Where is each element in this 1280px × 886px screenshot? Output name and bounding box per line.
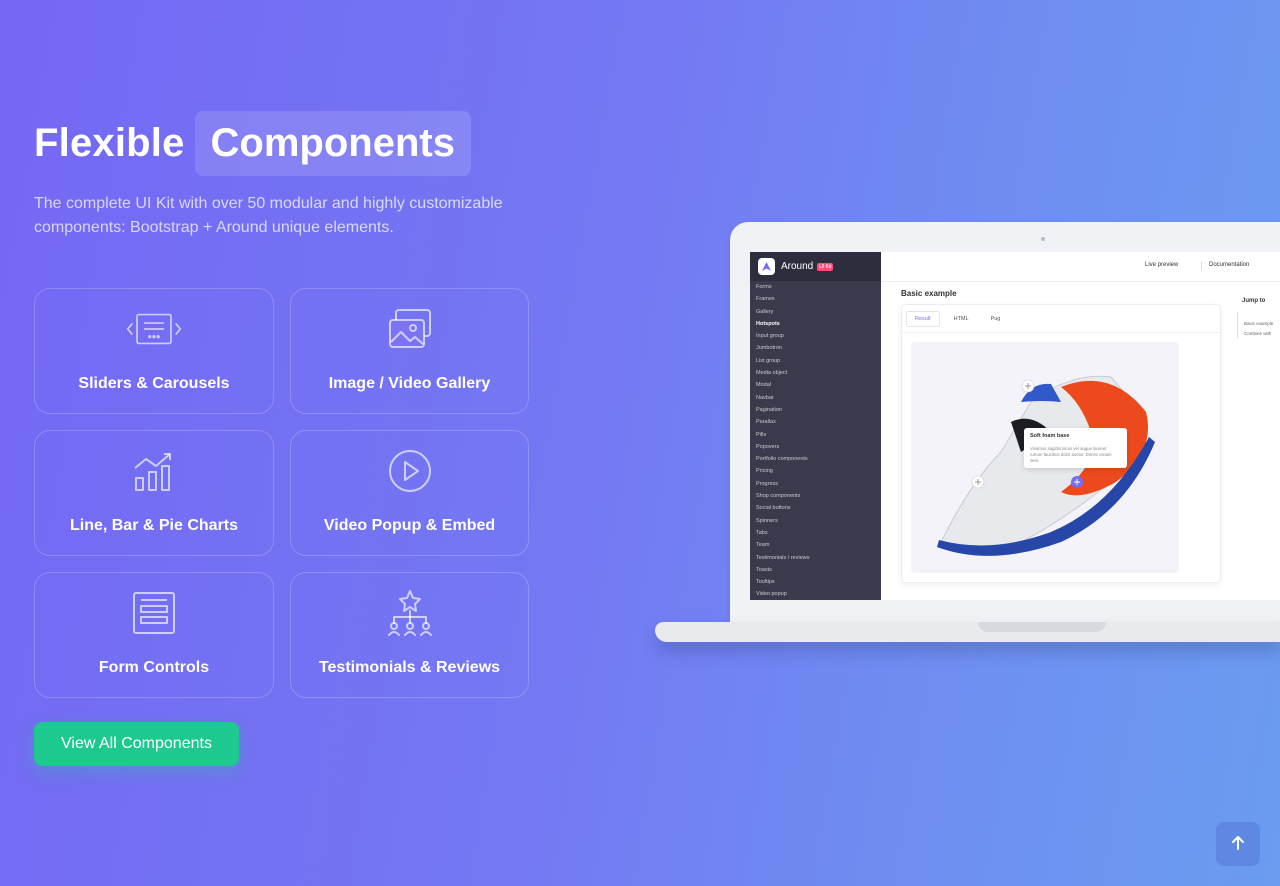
play-icon (382, 449, 438, 493)
sidebar-item[interactable]: Video popup (756, 588, 881, 600)
sidebar-item[interactable]: Tooltips (756, 576, 881, 588)
sidebar-item[interactable]: Input group (756, 330, 881, 342)
sidebar-item[interactable]: Tabs (756, 527, 881, 539)
back-to-top-button[interactable] (1216, 822, 1260, 866)
sidebar-item[interactable]: Media object (756, 367, 881, 379)
sidebar-item[interactable]: Portfolio components (756, 453, 881, 465)
sidebar-item[interactable]: List group (756, 355, 881, 367)
sidebar-item[interactable]: Parallax (756, 416, 881, 428)
hotspot-plus-icon[interactable] (971, 475, 985, 489)
tab-result[interactable]: Result (906, 310, 940, 327)
live-preview-link[interactable]: Live preview (1145, 262, 1178, 268)
laptop-camera (1041, 237, 1045, 241)
hotspot-image: Soft foam base Vivamus sagittis lacus ve… (911, 342, 1179, 573)
laptop-lid: Around UI Kit Forms Frames Gallery Hotspots… (730, 222, 1280, 624)
sidebar-item[interactable]: Forms (756, 281, 881, 293)
laptop-mockup: Around UI Kit Forms Frames Gallery Hotspots… (655, 222, 1280, 652)
hotspot-tooltip: Soft foam base Vivamus sagittis lacus ve… (1024, 428, 1127, 468)
sidebar-item[interactable]: Frames (756, 293, 881, 305)
card-label: Sliders & Carousels (78, 375, 230, 392)
arrow-up-icon (1230, 835, 1246, 854)
example-panel: Result HTML Pug Soft foam base Vivamus s… (901, 304, 1221, 583)
gallery-icon (382, 307, 438, 351)
feature-card-sliders: Sliders & Carousels (34, 288, 274, 414)
around-logo-icon (758, 258, 775, 275)
sidebar-item[interactable]: Modal (756, 379, 881, 391)
sidebar-item[interactable]: Navbar (756, 392, 881, 404)
topbar-divider (1201, 261, 1202, 270)
sidebar-item[interactable]: Hotspots (756, 318, 881, 330)
hotspot-plus-icon[interactable] (1021, 379, 1035, 393)
card-label: Form Controls (98, 659, 210, 676)
feature-card-forms: Form Controls (34, 572, 274, 698)
form-icon (126, 591, 182, 635)
docs-sidebar-list: Forms Frames Gallery Hotspots Input group Jum… (750, 281, 881, 600)
tab-html[interactable]: HTML (946, 312, 977, 326)
hotspot-tooltip-text: Vivamus sagittis lacus vel augue laoreet… (1030, 446, 1112, 463)
docs-brand-bar: Around UI Kit (750, 252, 881, 281)
sidebar-item[interactable]: Jumbotron (756, 342, 881, 354)
sidebar-item[interactable]: Gallery (756, 306, 881, 318)
card-label: Video Popup & Embed (323, 517, 496, 534)
hero-title-plain: Flexible (34, 121, 185, 165)
jump-to-item[interactable]: Combine with (1244, 331, 1271, 336)
card-label: Line, Bar & Pie Charts (69, 517, 239, 534)
sidebar-item[interactable]: Pills (756, 429, 881, 441)
docs-brand-badge: UI Kit (817, 262, 834, 271)
docs-section-heading: Basic example (901, 289, 957, 298)
laptop-base (655, 622, 1280, 642)
docs-sidebar: Around UI Kit Forms Frames Gallery Hotspots… (750, 252, 881, 600)
sidebar-item[interactable]: Popovers (756, 441, 881, 453)
tab-pug[interactable]: Pug (983, 312, 1009, 326)
jump-to-title: Jump to (1242, 298, 1266, 304)
documentation-link[interactable]: Documentation (1209, 262, 1249, 268)
sidebar-item[interactable]: Progress (756, 478, 881, 490)
docs-topbar: Live preview Documentation (881, 252, 1280, 282)
sidebar-item[interactable]: Pagination (756, 404, 881, 416)
feature-card-video: Video Popup & Embed (290, 430, 529, 556)
sidebar-item[interactable]: Shop components (756, 490, 881, 502)
laptop-screen: Around UI Kit Forms Frames Gallery Hotspots… (750, 252, 1280, 600)
slider-icon (126, 307, 182, 351)
view-all-components-button[interactable]: View All Components (34, 722, 239, 766)
sidebar-item[interactable]: Toasts (756, 564, 881, 576)
sidebar-item[interactable]: Team (756, 539, 881, 551)
hierarchy-star-icon (382, 590, 438, 636)
chart-icon (126, 449, 182, 493)
docs-brand-name: Around (781, 261, 814, 272)
example-tabs: Result HTML Pug (902, 305, 1220, 333)
hero-title: Flexible Components (34, 111, 471, 176)
laptop-notch (978, 622, 1106, 632)
hotspot-tooltip-title: Soft foam base (1030, 433, 1070, 439)
hotspot-active-icon[interactable] (1070, 475, 1084, 489)
hero-title-highlight: Components (194, 111, 471, 176)
feature-card-testimonials: Testimonials & Reviews (290, 572, 529, 698)
sidebar-item[interactable]: Pricing (756, 465, 881, 477)
jump-to-item[interactable]: Basic example (1244, 321, 1273, 326)
sidebar-item[interactable]: Testimonials / reviews (756, 552, 881, 564)
sidebar-item[interactable]: Spinners (756, 515, 881, 527)
hero-subtitle: The complete UI Kit with over 50 modular… (34, 195, 503, 236)
card-label: Image / Video Gallery (328, 375, 491, 392)
jump-to-line (1237, 312, 1238, 338)
feature-card-gallery: Image / Video Gallery (290, 288, 529, 414)
sidebar-item[interactable]: Social buttons (756, 502, 881, 514)
card-label: Testimonials & Reviews (318, 659, 501, 676)
feature-card-charts: Line, Bar & Pie Charts (34, 430, 274, 556)
